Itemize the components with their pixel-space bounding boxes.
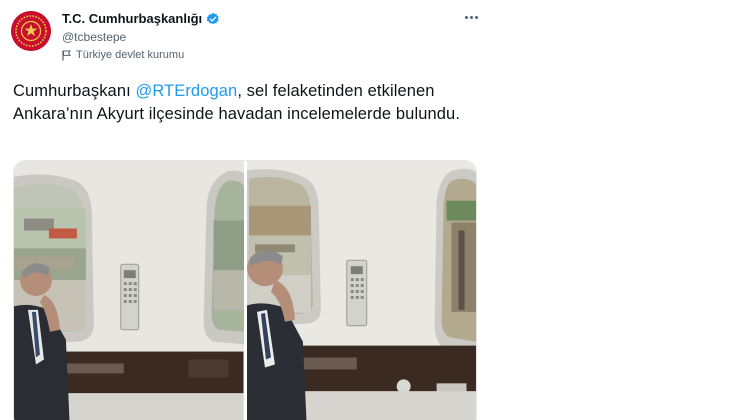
helicopter-interior-image bbox=[246, 161, 476, 420]
presidential-seal-icon bbox=[11, 11, 51, 51]
tweet-text: Cumhurbaşkanı @RTErdogan, sel felaketind… bbox=[13, 80, 483, 125]
tweet-photo-1[interactable] bbox=[14, 161, 244, 420]
helicopter-interior-image bbox=[14, 161, 244, 420]
affiliation-label: Türkiye devlet kurumu bbox=[62, 49, 184, 61]
tweet-photo-2[interactable] bbox=[246, 161, 476, 420]
tweet-card[interactable]: T.C. Cumhurbaşkanlığı @tcbestepe Türkiye… bbox=[0, 0, 740, 420]
verified-badge-icon bbox=[206, 12, 219, 24]
tweet-text-start: Cumhurbaşkanı bbox=[13, 82, 136, 100]
avatar[interactable] bbox=[11, 11, 51, 51]
account-handle[interactable]: @tcbestepe bbox=[62, 30, 126, 44]
more-options-icon[interactable] bbox=[460, 9, 482, 25]
media-grid bbox=[13, 160, 477, 420]
mention-link[interactable]: @RTErdogan bbox=[135, 82, 237, 100]
affiliation-text: Türkiye devlet kurumu bbox=[76, 49, 185, 61]
flag-icon bbox=[62, 50, 71, 60]
account-name-row[interactable]: T.C. Cumhurbaşkanlığı bbox=[62, 11, 220, 26]
display-name[interactable]: T.C. Cumhurbaşkanlığı bbox=[62, 11, 202, 26]
